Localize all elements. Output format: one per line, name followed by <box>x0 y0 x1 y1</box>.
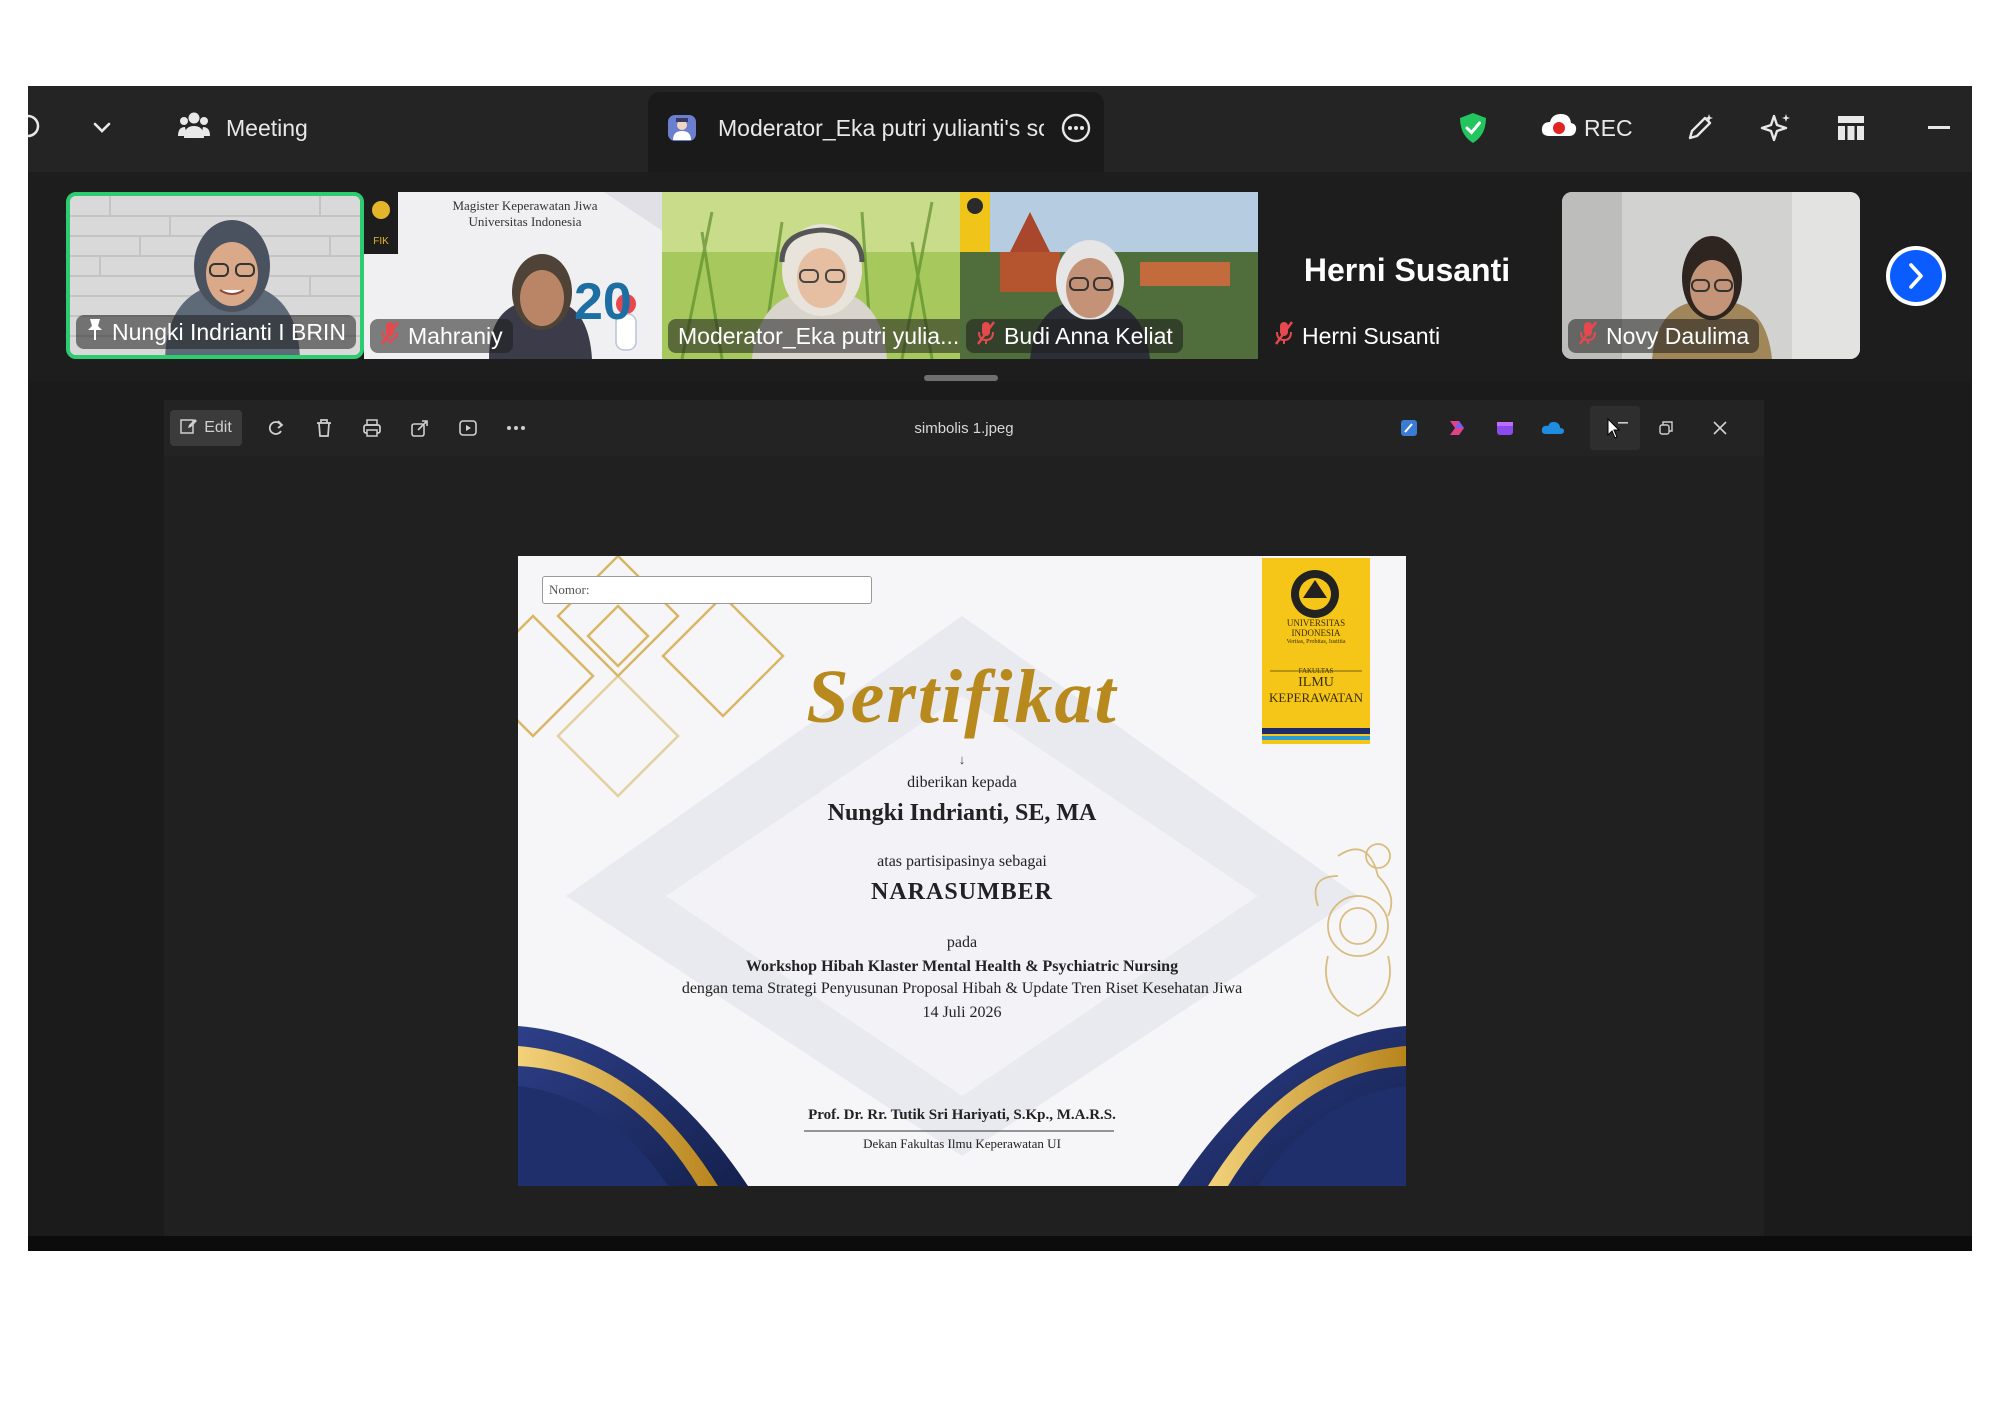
banner-text: Magister Keperawatan Jiwa Universitas In… <box>410 198 640 230</box>
at-text: pada <box>946 934 978 951</box>
onedrive-icon[interactable] <box>1538 410 1568 446</box>
copilot-app-icon[interactable] <box>1442 410 1472 446</box>
cursor-arrow-icon <box>1607 417 1628 439</box>
participant-label: Nungki Indrianti I BRIN <box>76 315 356 349</box>
participant-label: Moderator_Eka putri yulia... <box>668 319 960 353</box>
photo-editor-app-icon[interactable] <box>1394 410 1424 446</box>
banner-anniversary-number: 20 <box>574 273 632 331</box>
certificate-image: Nomor: UNIVERSITAS INDONESIA Veritas, Pr… <box>518 556 1406 1186</box>
banner-badge: FIK <box>373 236 389 247</box>
encryption-shield-icon[interactable] <box>1458 106 1492 150</box>
more-options-icon[interactable] <box>1060 106 1096 150</box>
meeting-top-bar: Meeting Moderator_Eka putri yulianti's s… <box>28 86 1972 172</box>
share-icon[interactable] <box>402 410 438 446</box>
edit-button[interactable]: Edit <box>170 410 242 446</box>
meeting-tab[interactable]: Meeting <box>178 106 308 150</box>
participants-icon <box>178 110 210 146</box>
certificate-title: Sertifikat <box>806 655 1118 739</box>
muted-mic-icon <box>1578 320 1598 352</box>
rotate-icon[interactable] <box>258 410 294 446</box>
meeting-label: Meeting <box>226 114 308 141</box>
certificate-number-field: Nomor: <box>542 576 872 604</box>
event-date: 14 Juli 2026 <box>922 1004 1002 1021</box>
partial-icon <box>28 106 42 146</box>
minimize-window-icon[interactable] <box>1928 106 1958 150</box>
event-name: Workshop Hibah Klaster Mental Health & P… <box>745 958 1179 975</box>
participant-tile-6[interactable]: Novy Daulima <box>1562 192 1860 359</box>
rec-label: REC <box>1584 114 1633 141</box>
chevron-down-icon[interactable] <box>84 108 120 148</box>
chevron-right-icon <box>1890 250 1942 302</box>
shared-screen-image-viewer: Edit simbolis 1.jpeg Nomor: UNIVERSITAS … <box>164 400 1764 1236</box>
participant-label: Budi Anna Keliat <box>966 319 1183 353</box>
meeting-window: Meeting Moderator_Eka putri yulianti's s… <box>28 86 1972 1251</box>
participant-tile-1[interactable]: Nungki Indrianti I BRIN <box>66 192 364 359</box>
cloud-record-icon <box>1540 111 1578 145</box>
viewer-toolbar: Edit simbolis 1.jpeg <box>164 400 1764 456</box>
viewer-minimize-button[interactable] <box>1590 406 1640 450</box>
more-icon[interactable] <box>498 410 534 446</box>
next-participants-button[interactable] <box>1886 246 1946 306</box>
participant-name: Moderator_Eka putri yulia... <box>678 322 960 349</box>
recording-indicator[interactable]: REC <box>1540 106 1633 150</box>
viewer-close-button[interactable] <box>1700 410 1740 446</box>
participant-label: Novy Daulima <box>1568 319 1760 353</box>
file-name-title: simbolis 1.jpeg <box>914 419 1014 437</box>
muted-mic-icon <box>380 320 400 352</box>
delete-icon[interactable] <box>306 410 342 446</box>
participant-name: Budi Anna Keliat <box>1004 322 1173 349</box>
role-text: NARASUMBER <box>870 879 1053 905</box>
share-tab-label: Moderator_Eka putri yulianti's scr <box>718 114 1044 141</box>
event-theme: dengan tema Strategi Penyusunan Proposal… <box>681 980 1243 997</box>
banner-line-1: Magister Keperawatan Jiwa <box>452 198 598 213</box>
participant-tile-2[interactable]: Magister Keperawatan Jiwa Universitas In… <box>364 192 662 359</box>
participant-tile-4[interactable]: Budi Anna Keliat <box>960 192 1258 359</box>
participant-tile-5[interactable]: Herni Susanti Herni Susanti <box>1258 192 1556 359</box>
given-to-text: diberikan kepada <box>907 774 1017 791</box>
edit-label: Edit <box>204 419 232 436</box>
strip-resize-handle[interactable] <box>924 375 998 381</box>
participant-name: Mahraniy <box>408 322 503 349</box>
edit-icon <box>180 417 198 440</box>
view-layout-icon[interactable] <box>1836 106 1872 150</box>
participation-text: atas partisipasinya sebagai <box>877 853 1047 870</box>
muted-mic-icon <box>976 320 996 352</box>
viewer-restore-button[interactable] <box>1648 410 1684 446</box>
participant-label: Mahraniy <box>370 319 513 353</box>
decorative-arrow: ↓ <box>958 752 966 767</box>
pin-icon <box>86 317 104 347</box>
signer-title: Dekan Fakultas Ilmu Keperawatan UI <box>863 1136 1061 1151</box>
participant-tile-3[interactable]: Moderator_Eka putri yulia... <box>662 192 960 359</box>
recipient-name: Nungki Indrianti, SE, MA <box>827 800 1097 826</box>
signer-name: Prof. Dr. Rr. Tutik Sri Hariyati, S.Kp.,… <box>808 1107 1116 1123</box>
screen-share-icon <box>666 108 700 148</box>
participant-name: Herni Susanti <box>1302 322 1441 349</box>
muted-mic-icon <box>1274 320 1294 352</box>
participant-name: Novy Daulima <box>1606 322 1750 349</box>
window-bottom-edge <box>28 1236 1972 1251</box>
slideshow-icon[interactable] <box>450 410 486 446</box>
logo-tagline: Veritas, Probitas, Iustitia <box>1286 639 1346 645</box>
ai-companion-sparkle-icon[interactable] <box>1760 106 1796 150</box>
print-icon[interactable] <box>354 410 390 446</box>
participant-name: Nungki Indrianti I BRIN <box>112 318 346 345</box>
participant-display-name: Herni Susanti <box>1303 252 1511 288</box>
logo-university-name: UNIVERSITAS INDONESIA <box>1286 618 1346 638</box>
participant-label: Herni Susanti <box>1264 319 1451 353</box>
annotate-pen-icon[interactable] <box>1684 106 1720 150</box>
banner-line-2: Universitas Indonesia <box>468 214 582 229</box>
clipchamp-app-icon[interactable] <box>1490 410 1520 446</box>
